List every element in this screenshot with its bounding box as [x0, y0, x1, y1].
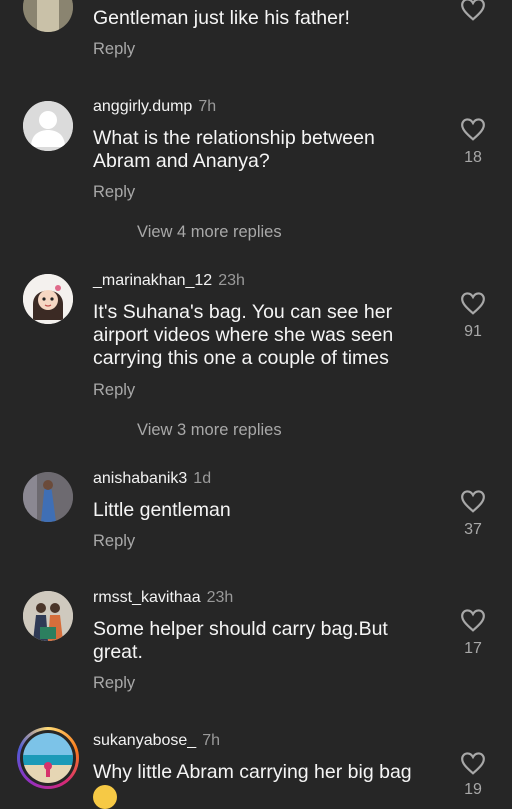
comment-time: 1d [193, 470, 212, 487]
heart-outline-icon[interactable] [460, 751, 486, 775]
comment-text: It's Suhana's bag. You can see her airpo… [93, 301, 394, 369]
avatar[interactable] [23, 274, 73, 324]
comment-time: 23h [218, 272, 245, 289]
like-count: 91 [464, 323, 482, 340]
comment-time: 7h [198, 98, 217, 115]
heart-outline-icon[interactable] [460, 0, 486, 21]
avatar[interactable] [23, 0, 73, 32]
heart-outline-icon[interactable] [460, 489, 486, 513]
comment-meta: _marinakhan_12 23h [93, 272, 245, 290]
like-count: 18 [464, 149, 482, 166]
username-link[interactable]: anishabanik3 [93, 470, 187, 487]
username-link[interactable]: anggirly.dump [93, 98, 192, 115]
reply-button[interactable]: Reply [93, 674, 135, 693]
comment-meta: sukanyabose_ 7h [93, 732, 220, 750]
avatar[interactable] [23, 472, 73, 522]
comment-text: Little gentleman [93, 499, 231, 521]
reply-button[interactable]: Reply [93, 183, 135, 202]
avatar[interactable] [23, 101, 73, 151]
reply-button[interactable]: Reply [93, 381, 135, 400]
heart-outline-icon[interactable] [460, 291, 486, 315]
reply-button[interactable]: Reply [93, 532, 135, 551]
view-more-replies-button[interactable]: View 4 more replies [137, 223, 282, 242]
comment-meta: anggirly.dump 7h [93, 98, 216, 116]
smiling-face-emoji [93, 785, 117, 809]
story-ring[interactable] [17, 727, 79, 789]
username-link[interactable]: sukanyabose_ [93, 732, 196, 749]
username-link[interactable]: _marinakhan_12 [93, 272, 212, 289]
view-more-replies-button[interactable]: View 3 more replies [137, 421, 282, 440]
comment-text: What is the relationship between Abram a… [93, 127, 375, 172]
heart-outline-icon[interactable] [460, 117, 486, 141]
comment-text: Some helper should carry bag.But great. [93, 618, 388, 663]
heart-outline-icon[interactable] [460, 608, 486, 632]
comment-meta: rmsst_kavithaa 23h [93, 589, 233, 607]
username-link[interactable]: rmsst_kavithaa [93, 589, 201, 606]
comment-text: Why little Abram carrying her big bag [93, 761, 412, 783]
avatar [23, 733, 73, 783]
like-count: 17 [464, 640, 482, 657]
like-count: 19 [464, 781, 482, 798]
comment-text: Gentleman just like his father! [93, 7, 350, 29]
like-count: 37 [464, 521, 482, 538]
avatar[interactable] [23, 591, 73, 641]
comment-time: 23h [206, 589, 234, 606]
comment-time: 7h [202, 732, 220, 749]
comment-meta: anishabanik3 1d [93, 470, 211, 488]
reply-button[interactable]: Reply [93, 40, 135, 59]
